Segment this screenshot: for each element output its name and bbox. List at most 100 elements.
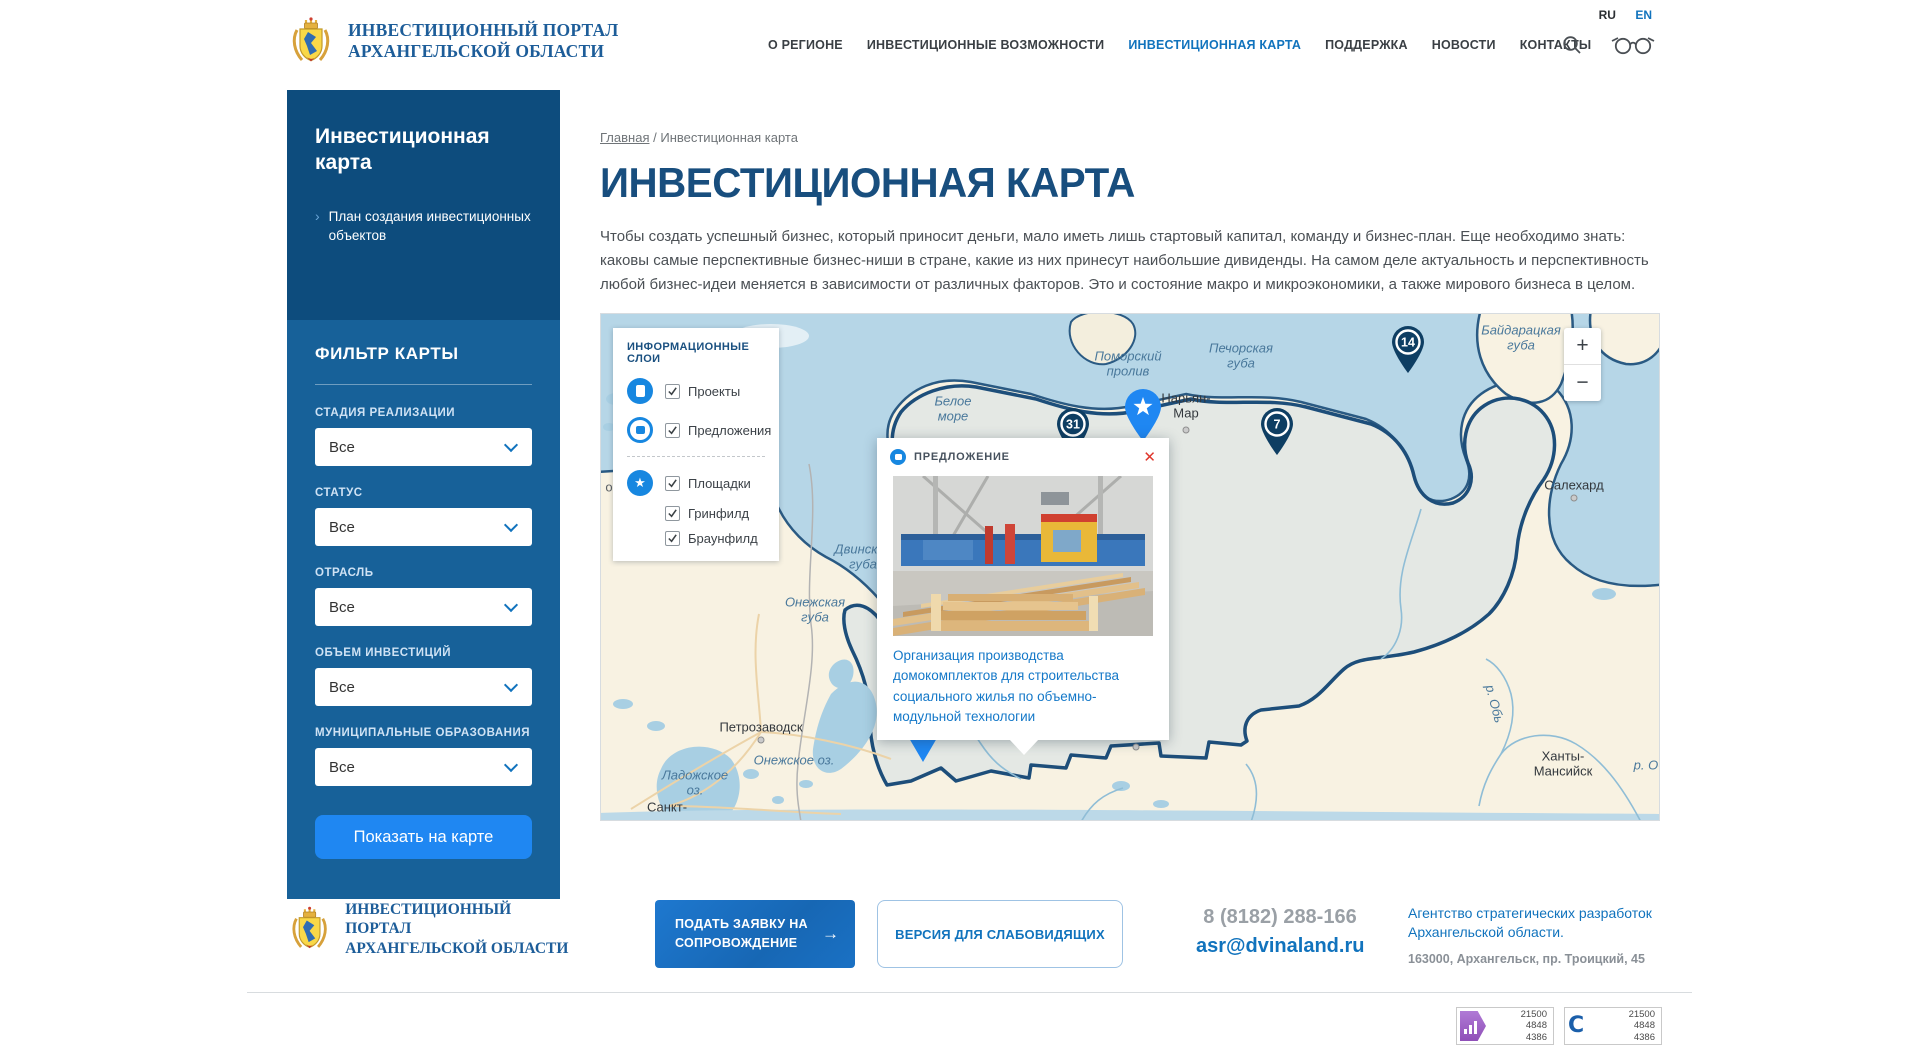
offers-checkbox[interactable]: [665, 423, 680, 438]
sidebar-item-plan[interactable]: › План создания инвестиционных объектов: [315, 207, 532, 246]
zoom-out-button[interactable]: −: [1564, 365, 1601, 401]
status-select[interactable]: Все: [315, 508, 532, 546]
filter-group-status: СТАТУС Все: [315, 487, 532, 546]
layers-panel-title: ИНФОРМАЦИОННЫЕ СЛОИ: [627, 341, 765, 365]
map-label: Байдарацкаягуба: [1481, 323, 1561, 352]
lang-en[interactable]: EN: [1635, 8, 1652, 22]
nav-item-news[interactable]: НОВОСТИ: [1432, 38, 1496, 52]
stage-select[interactable]: Все: [315, 428, 532, 466]
sidebar-item-label: План создания инвестиционных объектов: [329, 207, 532, 246]
page: { "header": { "lang": { "ru": "RU", "en"…: [0, 0, 1920, 1049]
email-link[interactable]: asr@dvinaland.ru: [1196, 935, 1364, 958]
breadcrumb: Главная / Инвестиционная карта: [600, 130, 1660, 145]
sidebar: Инвестиционная карта › План создания инв…: [287, 90, 560, 899]
filter-label: МУНИЦИПАЛЬНЫЕ ОБРАЗОВАНИЯ: [315, 727, 532, 739]
sites-checkbox[interactable]: [665, 476, 680, 491]
greenfield-checkbox[interactable]: [665, 506, 680, 521]
apply-support-button[interactable]: ПОДАТЬ ЗАЯВКУ НА СОПРОВОЖДЕНИЕ →: [655, 900, 855, 968]
map-zoom-control: + −: [1564, 328, 1601, 401]
site-footer: ИНВЕСТИЦИОННЫЙ ПОРТАЛ АРХАНГЕЛЬСКОЙ ОБЛА…: [0, 882, 1920, 1045]
city-dot: [1133, 744, 1140, 751]
nav-item-opportunities[interactable]: ИНВЕСТИЦИОННЫЕ ВОЗМОЖНОСТИ: [867, 38, 1104, 52]
investment-map[interactable]: БелоемореПоморскийпроливПечорскаягубаНар…: [600, 313, 1660, 821]
page-title: ИНВЕСТИЦИОННАЯ КАРТА: [600, 159, 1618, 207]
stage-select-control[interactable]: Все: [315, 428, 532, 466]
footer-contacts: 8 (8182) 288-166 asr@dvinaland.ru: [1196, 900, 1364, 958]
zoom-in-button[interactable]: +: [1564, 328, 1601, 364]
city-dot: [1183, 427, 1190, 434]
footer-row: ИНВЕСТИЦИОННЫЙ ПОРТАЛ АРХАНГЕЛЬСКОЙ ОБЛА…: [0, 882, 1920, 968]
bar-chart-icon: [1460, 1011, 1486, 1041]
layer-row-greenfield: Гринфилд: [665, 506, 765, 521]
phone-number: 8 (8182) 288-166: [1196, 906, 1364, 929]
map-label: Ладожскоеоз.: [662, 768, 728, 797]
footer-logo[interactable]: ИНВЕСТИЦИОННЫЙ ПОРТАЛ АРХАНГЕЛЬСКОЙ ОБЛА…: [287, 900, 577, 958]
sputnik-counter[interactable]: C 21500 4848 4386: [1564, 1007, 1662, 1045]
investment-volume-select[interactable]: Все: [315, 668, 532, 706]
offers-icon: [627, 417, 653, 443]
coat-of-arms-icon: [287, 906, 332, 952]
agency-name: Агентство стратегических разработок Арха…: [1408, 904, 1678, 943]
liveinternet-counter[interactable]: 21500 4848 4386: [1456, 1007, 1554, 1045]
lang-ru[interactable]: RU: [1599, 8, 1616, 22]
filter-group-stage: СТАДИЯ РЕАЛИЗАЦИИ Все: [315, 407, 532, 466]
nav-item-investment-map[interactable]: ИНВЕСТИЦИОННАЯ КАРТА: [1128, 38, 1301, 52]
municipalities-select-control[interactable]: Все: [315, 748, 532, 786]
map-label: Онежское оз.: [754, 754, 835, 769]
map-label: Салехард: [1544, 479, 1603, 494]
footer-agency: Агентство стратегических разработок Арха…: [1408, 900, 1678, 966]
filter-group-municipalities: МУНИЦИПАЛЬНЫЕ ОБРАЗОВАНИЯ Все: [315, 727, 532, 786]
main-content: Главная / Инвестиционная карта ИНВЕСТИЦИ…: [600, 90, 1660, 821]
municipalities-select[interactable]: Все: [315, 748, 532, 786]
footer-site-title: ИНВЕСТИЦИОННЫЙ ПОРТАЛ АРХАНГЕЛЬСКОЙ ОБЛА…: [345, 900, 577, 958]
nav-item-support[interactable]: ПОДДЕРЖКА: [1325, 38, 1408, 52]
industry-select-control[interactable]: Все: [315, 588, 532, 626]
map-label: Белоеморе: [934, 394, 971, 423]
status-select-control[interactable]: Все: [315, 508, 532, 546]
investment-volume-select-control[interactable]: Все: [315, 668, 532, 706]
cluster-marker-14[interactable]: 14: [1388, 325, 1428, 380]
site-logo[interactable]: ИНВЕСТИЦИОННЫЙ ПОРТАЛ АРХАНГЕЛЬСКОЙ ОБЛА…: [287, 17, 619, 65]
apply-support-label: ПОДАТЬ ЗАЯВКУ НА СОПРОВОЖДЕНИЕ: [675, 915, 808, 954]
coat-of-arms-icon: [287, 17, 335, 65]
site-header: ИНВЕСТИЦИОННЫЙ ПОРТАЛ АРХАНГЕЛЬСКОЙ ОБЛА…: [0, 0, 1920, 90]
show-on-map-button[interactable]: Показать на карте: [315, 815, 532, 859]
svg-text:14: 14: [1401, 336, 1415, 350]
map-overlays: БелоемореПоморскийпроливПечорскаягубаНар…: [601, 314, 1659, 820]
site-title: ИНВЕСТИЦИОННЫЙ ПОРТАЛ АРХАНГЕЛЬСКОЙ ОБЛА…: [348, 20, 619, 63]
layer-row-brownfield: Браунфилд: [665, 531, 765, 546]
popup-type-label: ПРЕДЛОЖЕНИЕ: [914, 451, 1010, 463]
breadcrumb-home-link[interactable]: Главная: [600, 130, 649, 145]
layer-row-sites: ★ Площадки: [627, 470, 765, 496]
accessibility-glasses-icon[interactable]: [1610, 35, 1656, 55]
industry-select[interactable]: Все: [315, 588, 532, 626]
search-icon[interactable]: [1562, 35, 1582, 55]
offer-link[interactable]: Организация производства домокомплектов …: [893, 646, 1153, 727]
map-filter-panel: ФИЛЬТР КАРТЫ СТАДИЯ РЕАЛИЗАЦИИ Все СТАТУ…: [287, 320, 560, 899]
city-dot: [758, 737, 765, 744]
projects-checkbox[interactable]: [665, 384, 680, 399]
close-icon[interactable]: ✕: [1143, 450, 1156, 465]
filter-title: ФИЛЬТР КАРТЫ: [315, 344, 532, 364]
map-label: р. Обь: [1482, 683, 1506, 724]
visit-counters: 21500 4848 4386 C 21500 4848 4386: [0, 1007, 1662, 1045]
sites-star-icon: ★: [627, 470, 653, 496]
map-label: р. Обь: [1634, 759, 1660, 774]
sputnik-c-icon: C: [1568, 1015, 1584, 1037]
cluster-marker-7[interactable]: 7: [1257, 407, 1297, 462]
nav-item-region[interactable]: О РЕГИОНЕ: [768, 38, 843, 52]
info-layers-panel: ИНФОРМАЦИОННЫЕ СЛОИ Проекты Предложения …: [613, 328, 779, 561]
map-label: Онежскаягуба: [785, 595, 845, 624]
offer-photo: [893, 476, 1153, 636]
offer-type-icon: [890, 449, 906, 465]
filter-label: СТАДИЯ РЕАЛИЗАЦИИ: [315, 407, 532, 419]
accessibility-version-button[interactable]: ВЕРСИЯ ДЛЯ СЛАБОВИДЯЩИХ: [877, 900, 1123, 968]
brownfield-checkbox[interactable]: [665, 531, 680, 546]
divider: [627, 456, 765, 457]
filter-label: СТАТУС: [315, 487, 532, 499]
map-marker-tip[interactable]: [909, 738, 937, 762]
layer-label: Браунфилд: [688, 531, 758, 546]
layer-label: Проекты: [688, 384, 740, 399]
layer-row-projects: Проекты: [627, 378, 765, 404]
sidebar-section-title: Инвестиционная карта › План создания инв…: [287, 90, 560, 320]
